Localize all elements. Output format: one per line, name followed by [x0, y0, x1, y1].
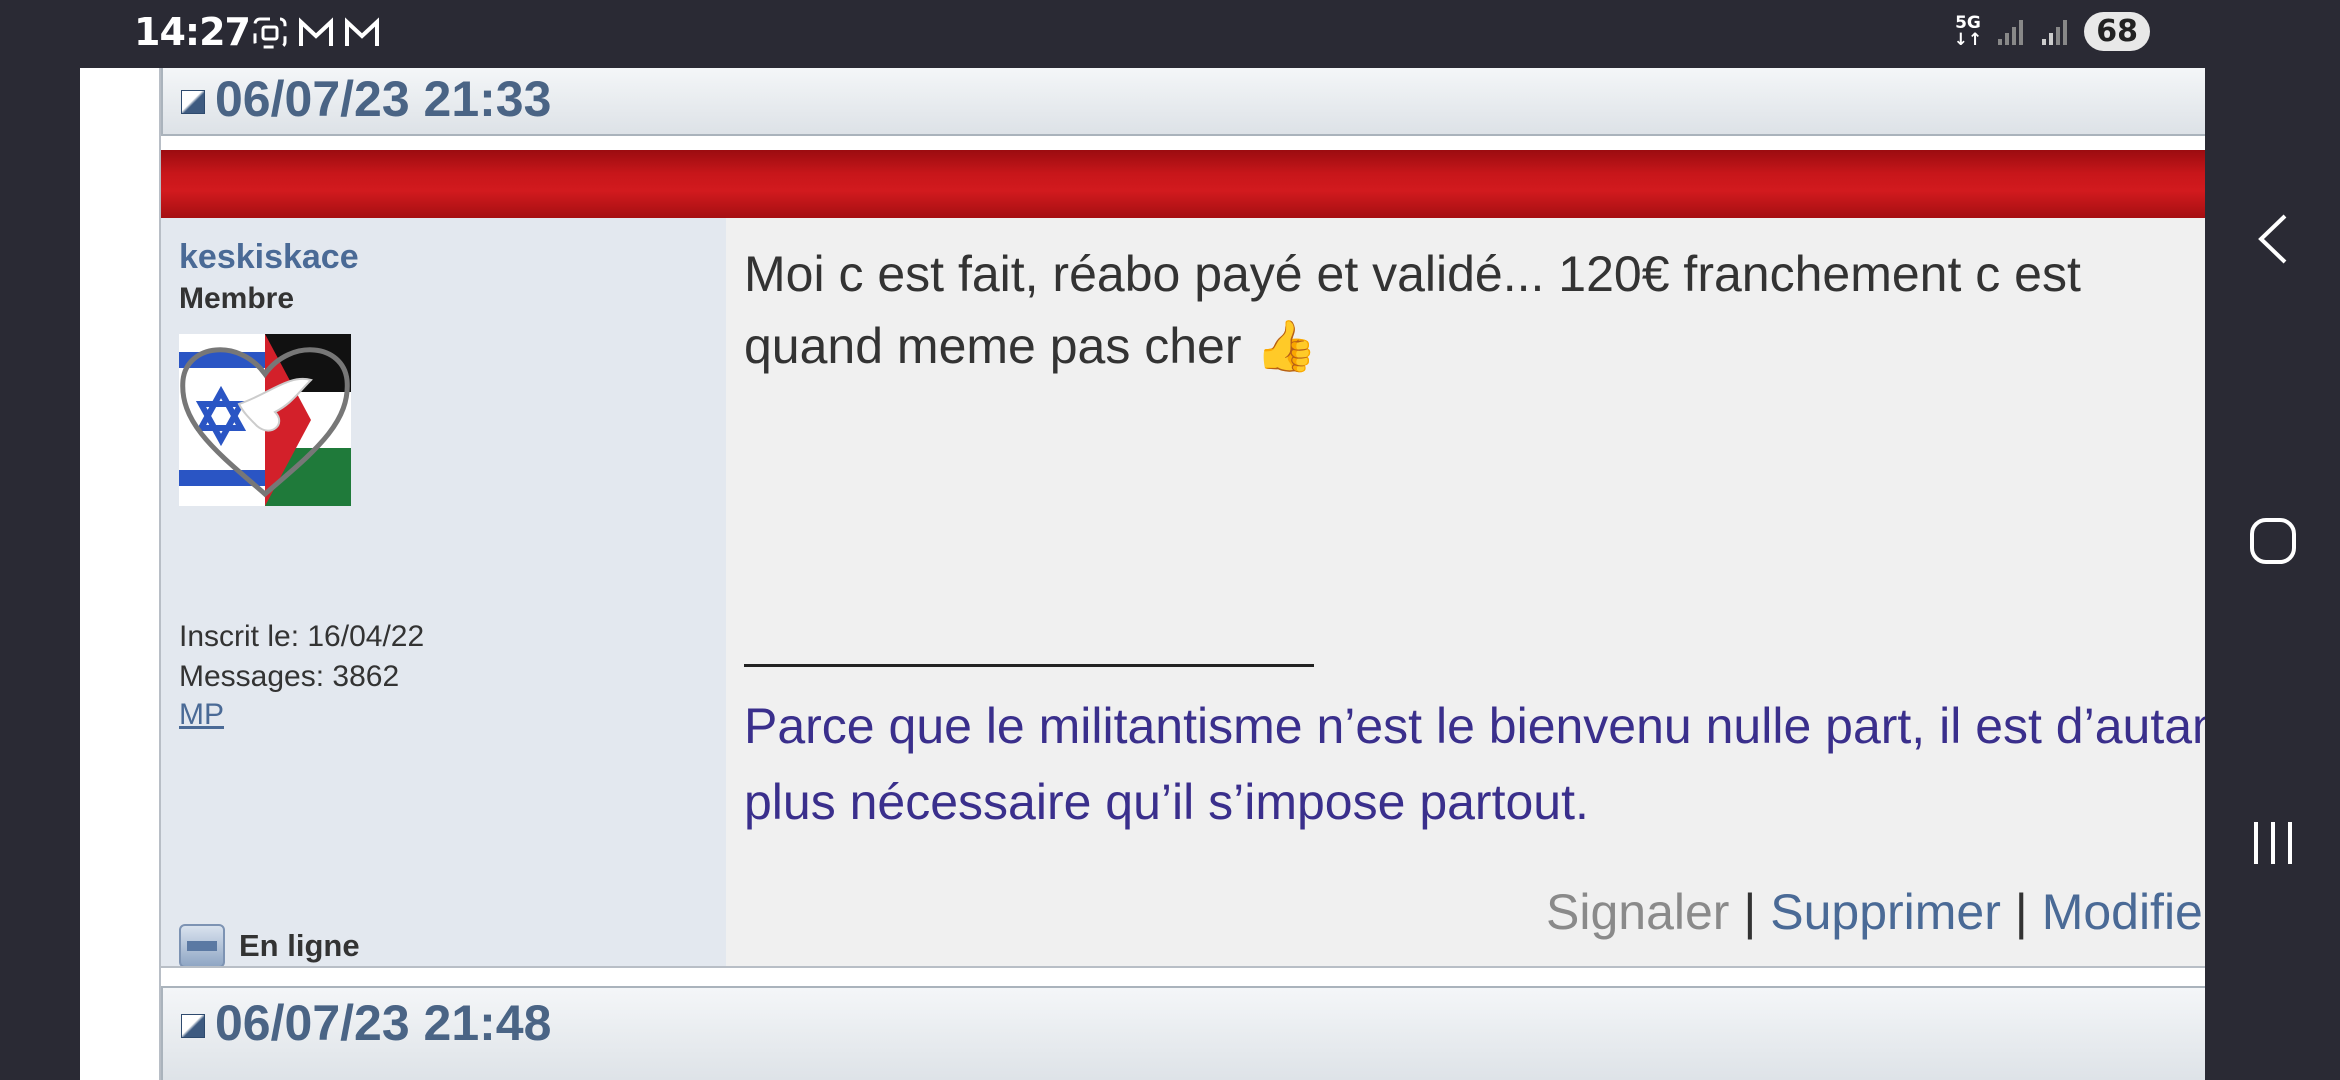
avatar — [179, 334, 351, 506]
edit-link[interactable]: Modifier — [2042, 884, 2205, 940]
author-joined: Inscrit le: 16/04/22 — [179, 620, 425, 653]
author-rank: Membre — [179, 282, 295, 315]
home-button[interactable] — [2205, 516, 2340, 566]
back-icon — [2257, 214, 2286, 264]
post-icon — [181, 90, 205, 114]
author-panel: keskiskace Membre Inscrit le: 16/04/22 M… — [161, 218, 726, 968]
post-divider-bar — [161, 150, 2205, 218]
action-separator: | — [1743, 884, 1771, 940]
signature: Parce que le militantisme n’est le bienv… — [744, 688, 2205, 840]
notification-icons — [252, 16, 380, 50]
screenshot-icon — [253, 17, 287, 49]
forum-page: 06/07/23 21:33 # keskiskace Membre Inscr… — [80, 68, 2205, 1080]
gmail-icon — [345, 17, 379, 46]
clock: 14:27 — [134, 10, 251, 54]
gmail-icon — [299, 17, 333, 46]
post-icon — [181, 1014, 205, 1038]
post-header: 06/07/23 21:48 # — [161, 986, 2205, 1080]
author-name[interactable]: keskiskace — [179, 238, 359, 277]
home-icon — [2249, 518, 2296, 564]
private-message-link[interactable]: MP — [179, 698, 224, 732]
signal-icon — [2042, 19, 2068, 45]
back-button[interactable] — [2205, 212, 2340, 266]
message-line: Moi c est fait, réabo payé et validé... … — [744, 246, 2081, 302]
status-bar: 14:27 5G ↓↑ 68 — [0, 0, 2340, 68]
navigation-bar — [2205, 0, 2340, 1080]
signal-icon — [1998, 19, 2024, 45]
signature-line: Parce que le militantisme n’est le bienv… — [744, 698, 2205, 754]
post-bottom-border — [161, 966, 2205, 968]
message-panel: Moi c est fait, réabo payé et validé... … — [726, 218, 2205, 966]
message-line: quand meme pas cher 👍 — [744, 318, 1318, 374]
post-actions-row: Signaler | Supprimer | Modifier — [1546, 883, 2205, 941]
online-status: En ligne — [179, 924, 360, 968]
recents-icon — [2253, 822, 2292, 864]
recents-button[interactable] — [2205, 818, 2340, 868]
post-date: 06/07/23 21:33 — [215, 71, 552, 127]
battery-indicator: 68 — [2084, 12, 2150, 51]
action-separator: | — [2014, 884, 2042, 940]
network-type: 5G ↓↑ — [1953, 12, 1983, 50]
message-body: Moi c est fait, réabo payé et validé... … — [744, 238, 2205, 382]
delete-link[interactable]: Supprimer — [1770, 884, 2001, 940]
online-label: En ligne — [239, 928, 360, 963]
signature-separator — [744, 664, 1314, 667]
report-link[interactable]: Signaler — [1546, 884, 1729, 940]
online-icon — [179, 924, 225, 968]
post-date: 06/07/23 21:48 — [215, 995, 552, 1051]
signature-line: plus nécessaire qu’il s’impose partout. — [744, 774, 1589, 830]
system-status: 5G ↓↑ 68 — [1954, 12, 2150, 51]
post-header: 06/07/23 21:33 # — [161, 68, 2205, 136]
author-messages: Messages: 3862 — [179, 660, 400, 693]
